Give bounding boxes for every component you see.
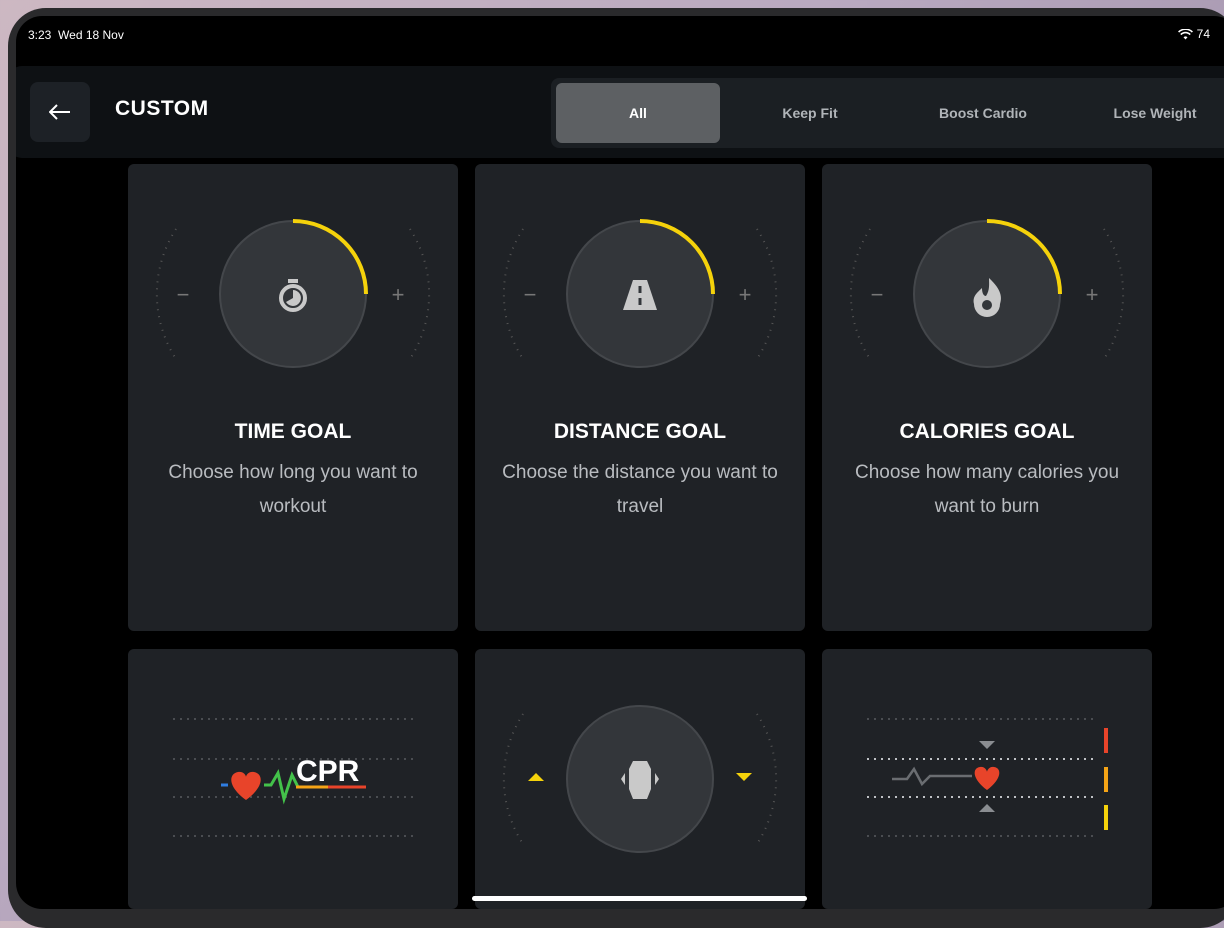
wifi-icon	[1177, 28, 1193, 39]
filter-tabs: All Keep Fit Boost Cardio Lose Weight	[551, 78, 1224, 148]
cpr-heart-icon	[231, 771, 261, 800]
svg-text:−: −	[177, 282, 190, 307]
svg-text:+: +	[392, 282, 405, 307]
card-description: Choose how many calories you want to bur…	[854, 462, 1120, 517]
increase-arrow-icon	[736, 773, 752, 781]
distance-goal-card[interactable]: − + DISTANCE GOAL Choose the distance yo…	[475, 164, 805, 631]
status-right: 74	[1177, 27, 1210, 41]
distance-dial: − +	[502, 219, 778, 368]
calories-goal-card[interactable]: − + CALORIES GOAL Choose how many calori…	[822, 164, 1152, 631]
svg-text:+: +	[1086, 282, 1099, 307]
arrow-left-icon	[49, 104, 70, 120]
card-description: Choose how long you want to workout	[168, 462, 418, 517]
heart-rate-zone-graphic	[867, 718, 1108, 837]
cpr-graphic: CPR	[173, 718, 418, 837]
heart-icon	[974, 766, 1000, 790]
svg-text:+: +	[739, 282, 752, 307]
battery-level: 74	[1196, 27, 1210, 41]
svg-text:−: −	[871, 282, 884, 307]
svg-text:−: −	[524, 282, 537, 307]
card-title: DISTANCE GOAL	[553, 420, 727, 443]
app-screen: 3:23 Wed 18 Nov 74 CUSTOM All Keep Fit B…	[16, 16, 1224, 909]
heart-rate-zone-card[interactable]	[822, 649, 1152, 909]
card-description: Choose the distance you want to travel	[502, 462, 778, 517]
body-target-card[interactable]	[475, 649, 805, 909]
cpr-program-card[interactable]: CPR	[128, 649, 458, 909]
card-title: CALORIES GOAL	[899, 420, 1075, 443]
body-dial	[502, 705, 778, 853]
tab-boost-cardio[interactable]: Boost Cardio	[901, 83, 1065, 143]
card-title: TIME GOAL	[234, 420, 352, 443]
status-time: 3:23 Wed 18 Nov	[28, 28, 124, 42]
back-button[interactable]	[30, 82, 90, 142]
tab-lose-weight[interactable]: Lose Weight	[1073, 83, 1224, 143]
time-goal-card[interactable]: − + TIME GOAL Choose how long you want t…	[128, 164, 458, 631]
tab-all[interactable]: All	[556, 83, 720, 143]
page-title: CUSTOM	[115, 97, 209, 120]
header-bar: CUSTOM All Keep Fit Boost Cardio Lose We…	[16, 66, 1224, 158]
calories-dial: − +	[849, 219, 1125, 368]
time-dial: − +	[155, 219, 431, 368]
decrease-arrow-icon	[528, 773, 544, 781]
home-indicator[interactable]	[472, 896, 807, 901]
tab-keep-fit[interactable]: Keep Fit	[728, 83, 892, 143]
cpr-logo-text: CPR	[296, 755, 360, 788]
status-bar: 3:23 Wed 18 Nov 74	[16, 16, 1224, 56]
